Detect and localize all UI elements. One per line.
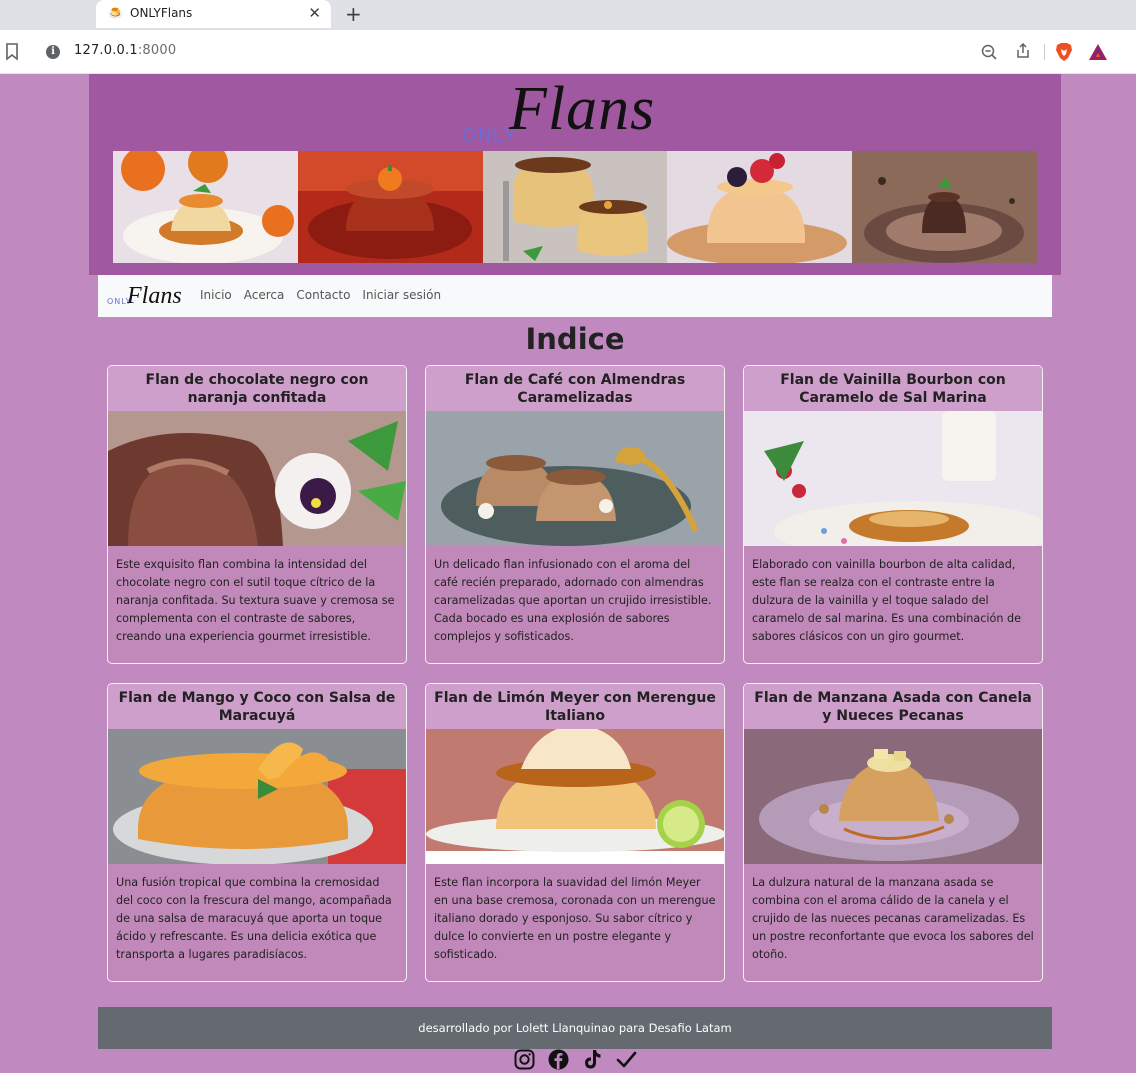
card-description: Este flan incorpora la suavidad del limó… [434,876,716,961]
flan-card[interactable]: Flan de chocolate negro con naranja conf… [107,365,407,664]
flan-card[interactable]: Flan de Limón Meyer con Merengue Italian… [425,683,725,982]
zoom-out-icon[interactable] [981,44,997,60]
navbar: ONLY Flans Inicio Acerca Contacto Inicia… [98,275,1052,317]
card-image-lemon-meringue [426,729,724,864]
share-icon[interactable] [1015,43,1031,59]
banner-image-pumpkin-flan [297,151,483,263]
card-description: Una fusión tropical que combina la cremo… [116,876,392,961]
brave-rewards-icon[interactable] [1088,43,1108,61]
site-info-icon[interactable]: i [46,45,60,59]
browser-tab[interactable]: 🍮 ONLYFlans ✕ [96,0,331,28]
toolbar-separator [1044,44,1045,60]
nav-link-iniciar-sesion[interactable]: Iniciar sesión [362,288,441,302]
banner-image-orange-flan [113,151,298,263]
nav-links: Inicio Acerca Contacto Iniciar sesión [200,288,441,302]
tab-title: ONLYFlans [130,6,193,20]
card-description: Un delicado flan infusionado con el arom… [434,558,712,643]
card-image-coffee-almond [426,411,724,546]
close-tab-icon[interactable]: ✕ [308,4,321,22]
check-icon[interactable] [616,1049,637,1070]
card-description: Elaborado con vainilla bourbon de alta c… [752,558,1021,643]
header-logo: ONLY Flans [462,75,656,145]
omnibox[interactable]: i 127.0.0.1:8000 [35,36,1115,68]
card-title: Flan de Vainilla Bourbon con Caramelo de… [744,366,1042,411]
flan-favicon-icon: 🍮 [108,6,123,20]
page-title: Indice [525,322,625,356]
banner-image-caramel-flans [482,151,668,263]
nav-link-contacto[interactable]: Contacto [296,288,350,302]
brave-shield-icon[interactable] [1055,42,1073,62]
card-description: Este exquisito flan combina la intensida… [116,558,395,643]
social-links [0,1049,1136,1073]
navbar-brand-logo[interactable]: ONLY Flans [107,281,187,311]
card-image-baked-apple [744,729,1042,864]
card-title: Flan de Café con Almendras Caramelizadas [426,366,724,411]
flan-card[interactable]: Flan de Mango y Coco con Salsa de Maracu… [107,683,407,982]
banner-strip [113,151,1037,263]
nav-link-acerca[interactable]: Acerca [244,288,285,302]
card-image-vanilla-caramel [744,411,1042,546]
flan-card[interactable]: Flan de Vainilla Bourbon con Caramelo de… [743,365,1043,664]
card-title: Flan de Manzana Asada con Canela y Nuece… [744,684,1042,729]
card-title: Flan de Mango y Coco con Salsa de Maracu… [108,684,406,729]
nav-link-inicio[interactable]: Inicio [200,288,232,302]
bookmark-icon[interactable] [5,43,19,61]
facebook-icon[interactable] [548,1049,569,1070]
new-tab-icon[interactable]: + [345,2,362,26]
address-bar: i 127.0.0.1:8000 [0,30,1136,74]
card-title: Flan de Limón Meyer con Merengue Italian… [426,684,724,729]
flan-card[interactable]: Flan de Manzana Asada con Canela y Nuece… [743,683,1043,982]
flan-card-grid: Flan de chocolate negro con naranja conf… [107,365,1043,982]
site-footer: desarrollado por Lolett Llanquinao para … [98,1007,1052,1049]
url-text[interactable]: 127.0.0.1:8000 [74,43,176,58]
card-description: La dulzura natural de la manzana asada s… [752,876,1034,961]
browser-tabbar: 🍮 ONLYFlans ✕ + [0,0,1136,30]
card-image-chocolate-orange [108,411,406,546]
banner-image-berry-flan [667,151,853,263]
tiktok-icon[interactable] [582,1049,603,1070]
card-image-mango-coconut [108,729,406,864]
flan-card[interactable]: Flan de Café con Almendras Caramelizadas… [425,365,725,664]
instagram-icon[interactable] [514,1049,535,1070]
banner-image-chocolate-flan [852,151,1037,263]
card-title: Flan de chocolate negro con naranja conf… [108,366,406,411]
site-header: ONLY Flans [89,74,1061,275]
